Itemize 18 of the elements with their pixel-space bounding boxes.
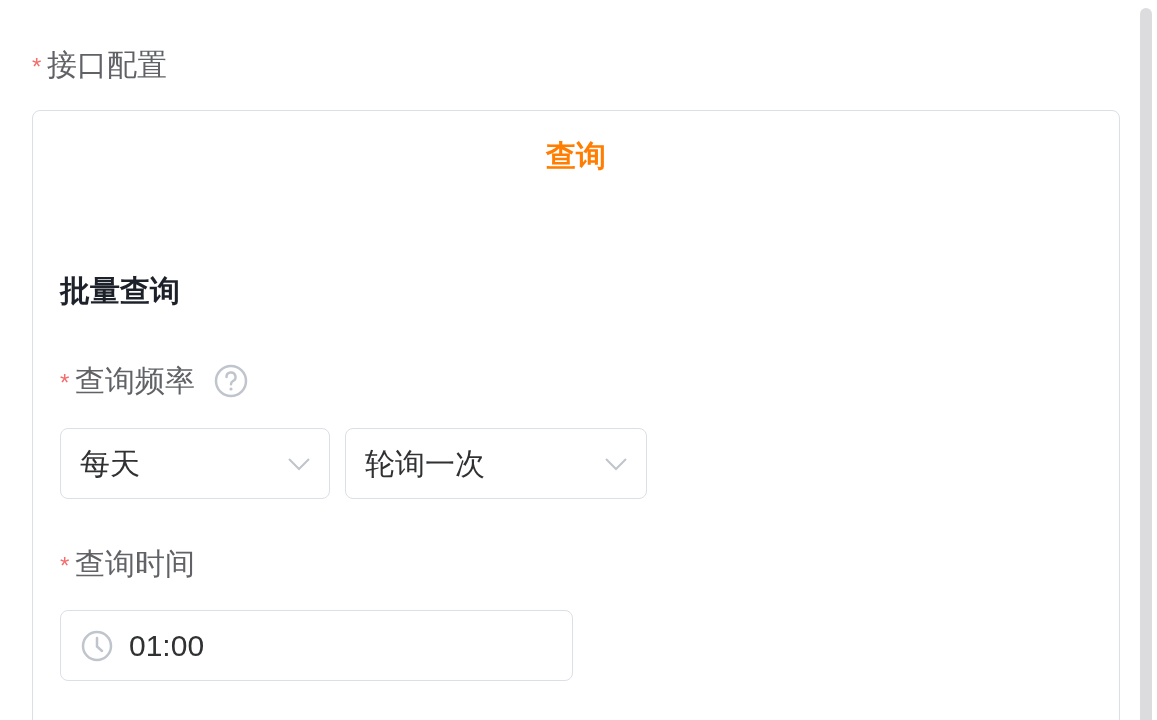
dropdown-select[interactable]: 轮询一次: [345, 428, 647, 499]
chevron-down-icon: [287, 456, 311, 471]
required-asterisk: *: [32, 52, 42, 82]
required-asterisk: *: [60, 368, 70, 398]
help-icon[interactable]: [214, 364, 249, 398]
time-input[interactable]: 01:00: [60, 610, 573, 681]
field-label: 查询时间: [75, 547, 196, 581]
time-value: 01:00: [129, 628, 205, 663]
chevron-down-icon: [604, 456, 628, 471]
field-label: 查询频率: [75, 364, 196, 398]
scrollbar[interactable]: [1140, 8, 1152, 720]
dropdown-select[interactable]: 每天: [60, 428, 330, 499]
clock-icon: [81, 629, 113, 662]
select-value: 轮询一次: [365, 446, 485, 481]
section-label: 接口配置: [47, 48, 168, 82]
select-value: 每天: [80, 446, 140, 481]
section-title: 批量查询: [60, 274, 180, 308]
required-asterisk: *: [60, 551, 70, 581]
